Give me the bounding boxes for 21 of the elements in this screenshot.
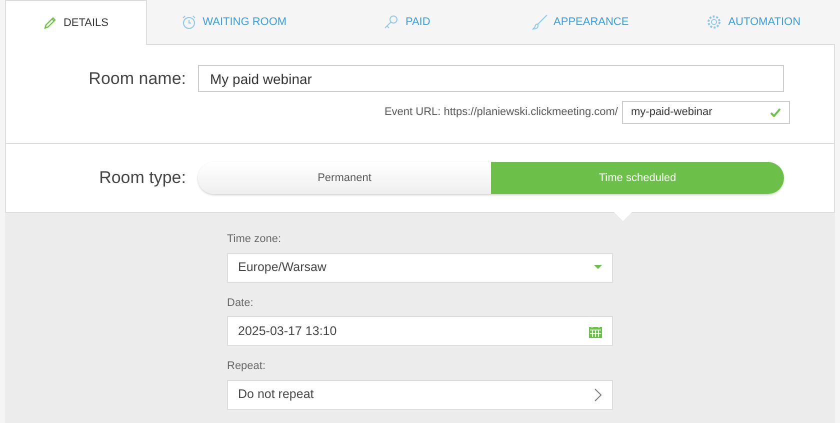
tab[interactable]: DETAILS (5, 0, 147, 45)
url-field[interactable]: my-paid-webinar (622, 101, 790, 124)
gear-icon (706, 14, 722, 30)
field-label: Room type: (98, 167, 187, 190)
room-name-field[interactable]: My paid webinar (198, 65, 784, 92)
dropdown-caret-icon (594, 265, 602, 270)
field-label: Date: (227, 296, 254, 310)
chevron-right-icon (594, 388, 602, 402)
field-label: Time zone: (227, 232, 282, 247)
field-label: Repeat: (227, 359, 267, 374)
calendar-icon (589, 324, 602, 338)
url-label: Event URL: https://planiewski.clickmeeting.com/ (384, 105, 618, 120)
alarm-clock-icon (180, 14, 197, 30)
room-type-option[interactable]: Permanent (198, 162, 491, 194)
key-icon (383, 14, 400, 30)
repeat-field[interactable]: Do not repeat (227, 380, 613, 410)
field-label: Room name: (88, 68, 187, 90)
timezone-select[interactable]: Europe/Warsaw (227, 252, 613, 282)
date-field[interactable]: 2025-03-17 13:10 (227, 316, 613, 346)
brush-icon (532, 14, 548, 30)
pencil-icon (43, 16, 58, 30)
